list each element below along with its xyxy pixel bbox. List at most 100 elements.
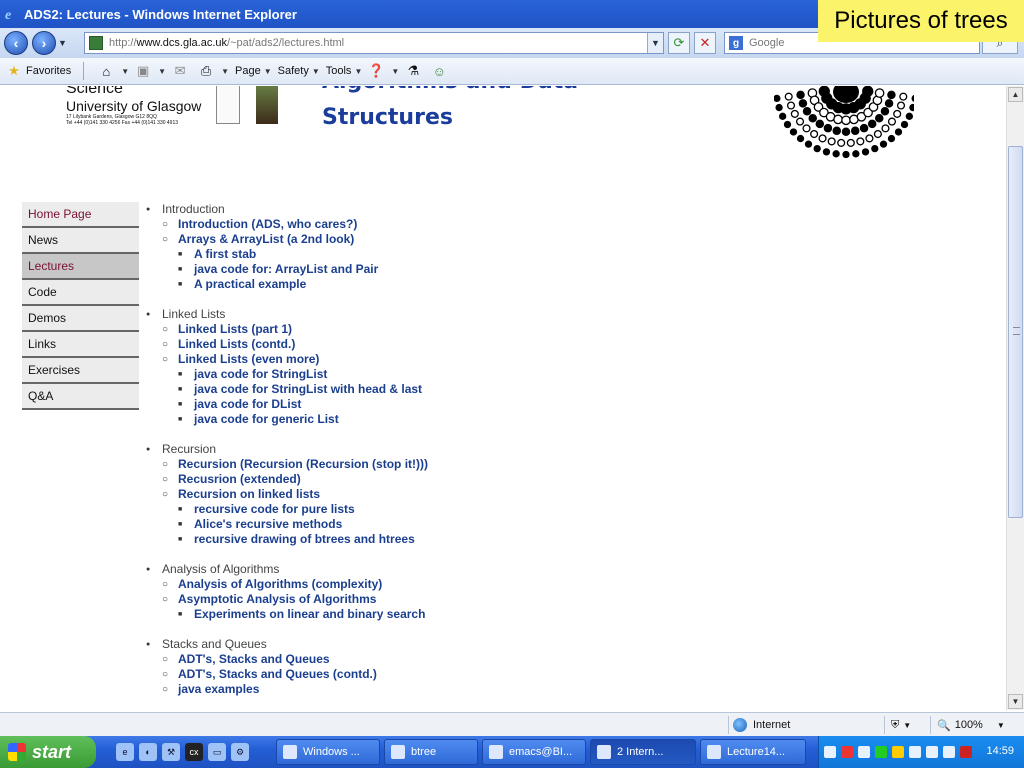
display-tray-icon[interactable] bbox=[943, 746, 955, 758]
search-tray-icon[interactable] bbox=[909, 746, 921, 758]
help-icon: ❓ bbox=[368, 63, 385, 78]
clock: 14:59 bbox=[986, 745, 1014, 757]
start-button[interactable]: start bbox=[0, 736, 96, 768]
zoom-button[interactable]: 🔍 100% ▼ bbox=[930, 716, 1024, 734]
zoom-level: 100% bbox=[954, 719, 983, 731]
sidebar-item-q-a[interactable]: Q&A bbox=[22, 384, 139, 410]
app-quicklaunch-icon[interactable]: ◐ bbox=[139, 743, 157, 761]
lecture-link[interactable]: Arrays & ArrayList (a 2nd look) bbox=[146, 232, 986, 247]
feeds-button[interactable]: ▣ ▼ bbox=[135, 63, 166, 79]
stop-button[interactable]: ✕ bbox=[694, 32, 716, 54]
resource-link[interactable]: java code for StringList with head & las… bbox=[146, 382, 986, 397]
taskbar-button[interactable]: 2 Intern... bbox=[590, 739, 696, 765]
lecture-link[interactable]: java examples bbox=[146, 682, 986, 697]
overlay-note: Pictures of trees bbox=[818, 0, 1024, 42]
title-line-2: Structures bbox=[322, 105, 453, 130]
window-icon bbox=[391, 745, 405, 759]
home-button[interactable]: ⌂ ▼ bbox=[98, 63, 129, 79]
resource-link[interactable]: java code for DList bbox=[146, 397, 986, 412]
acrobat-tray-icon[interactable] bbox=[841, 746, 853, 758]
mail-button[interactable]: ✉ bbox=[172, 63, 192, 79]
ati-tray-icon[interactable] bbox=[960, 746, 972, 758]
resource-link[interactable]: java code for: ArrayList and Pair bbox=[146, 262, 986, 277]
tool-quicklaunch-icon[interactable]: ⚒ bbox=[162, 743, 180, 761]
logo-address-line2: Tel +44 (0)141 330 4256 Fax +44 (0)141 3… bbox=[66, 120, 179, 126]
vertical-scrollbar[interactable]: ▲ ▼ bbox=[1006, 86, 1024, 710]
system-tray: 14:59 bbox=[818, 736, 1024, 768]
tools-menu[interactable]: Tools ▼ bbox=[326, 65, 363, 77]
research-button[interactable]: ⚗ bbox=[405, 63, 425, 79]
volume-tray-icon[interactable] bbox=[926, 746, 938, 758]
settings-quicklaunch-icon[interactable]: ⚙ bbox=[231, 743, 249, 761]
resource-link[interactable]: recursive code for pure lists bbox=[146, 502, 986, 517]
university-logo: Science University of Glasgow 17 Lilyban… bbox=[66, 86, 281, 128]
lecture-link[interactable]: Recursion on linked lists bbox=[146, 487, 986, 502]
terminal-quicklaunch-icon[interactable]: cx bbox=[185, 743, 203, 761]
lecture-link[interactable]: Recursion (Recursion (Recursion (stop it… bbox=[146, 457, 986, 472]
refresh-button[interactable]: ⟳ bbox=[668, 32, 690, 54]
network-tray-icon[interactable] bbox=[875, 746, 887, 758]
forward-button[interactable]: › bbox=[32, 31, 56, 55]
lecture-section: Analysis of AlgorithmsAnalysis of Algori… bbox=[146, 562, 986, 622]
resource-link[interactable]: A practical example bbox=[146, 277, 986, 292]
section-heading: Analysis of Algorithms bbox=[146, 562, 986, 577]
taskbar-button[interactable]: btree bbox=[384, 739, 478, 765]
resource-link[interactable]: recursive drawing of btrees and htrees bbox=[146, 532, 986, 547]
page-menu[interactable]: Page ▼ bbox=[235, 65, 272, 77]
taskbar-button[interactable]: Lecture14... bbox=[700, 739, 806, 765]
favorites-button[interactable]: ★ Favorites bbox=[6, 63, 71, 79]
back-button[interactable]: ‹ bbox=[4, 31, 28, 55]
taskbar-button-label: btree bbox=[411, 746, 437, 758]
zone-label: Internet bbox=[753, 719, 791, 731]
lecture-link[interactable]: Introduction (ADS, who cares?) bbox=[146, 217, 986, 232]
lecture-link[interactable]: Linked Lists (even more) bbox=[146, 352, 986, 367]
lecture-link[interactable]: ADT's, Stacks and Queues bbox=[146, 652, 986, 667]
scroll-thumb[interactable] bbox=[1008, 146, 1023, 518]
dots-logo-icon bbox=[774, 86, 914, 159]
resource-link[interactable]: A first stab bbox=[146, 247, 986, 262]
help-button[interactable]: ❓ ▼ bbox=[368, 63, 399, 79]
page-content: Science University of Glasgow 17 Lilyban… bbox=[0, 86, 1006, 710]
sidebar-item-code[interactable]: Code bbox=[22, 280, 139, 306]
lecture-link[interactable]: Linked Lists (contd.) bbox=[146, 337, 986, 352]
sidebar-item-exercises[interactable]: Exercises bbox=[22, 358, 139, 384]
sidebar-item-home-page[interactable]: Home Page bbox=[22, 202, 139, 228]
ie-quicklaunch-icon[interactable]: e bbox=[116, 743, 134, 761]
lecture-link[interactable]: Linked Lists (part 1) bbox=[146, 322, 986, 337]
title-line-1: Algorithms and Data bbox=[322, 86, 578, 100]
sidebar-item-links[interactable]: Links bbox=[22, 332, 139, 358]
sidebar-item-demos[interactable]: Demos bbox=[22, 306, 139, 332]
lecture-link[interactable]: Asymptotic Analysis of Algorithms bbox=[146, 592, 986, 607]
start-label: start bbox=[32, 741, 72, 762]
scroll-down-icon[interactable]: ▼ bbox=[1008, 694, 1023, 709]
messenger-button[interactable]: ☺ bbox=[431, 63, 451, 79]
tray-expand-icon[interactable] bbox=[824, 746, 836, 758]
history-dropdown-icon[interactable]: ▼ bbox=[58, 38, 70, 48]
security-zone[interactable]: Internet bbox=[728, 716, 790, 734]
resource-link[interactable]: Alice's recursive methods bbox=[146, 517, 986, 532]
url-field[interactable]: http://www.dcs.gla.ac.uk/~pat/ads2/lectu… bbox=[84, 32, 664, 54]
java-tray-icon[interactable] bbox=[858, 746, 870, 758]
alert-tray-icon[interactable] bbox=[892, 746, 904, 758]
lecture-link[interactable]: ADT's, Stacks and Queues (contd.) bbox=[146, 667, 986, 682]
resource-link[interactable]: java code for generic List bbox=[146, 412, 986, 427]
resource-link[interactable]: java code for StringList bbox=[146, 367, 986, 382]
star-icon: ★ bbox=[8, 63, 20, 78]
taskbar-button[interactable]: emacs@BI... bbox=[482, 739, 586, 765]
lecture-link[interactable]: Recusrion (extended) bbox=[146, 472, 986, 487]
protected-mode-button[interactable]: ⛨ ▼ bbox=[884, 716, 924, 734]
lecture-link[interactable]: Analysis of Algorithms (complexity) bbox=[146, 577, 986, 592]
folder-quicklaunch-icon[interactable]: ▭ bbox=[208, 743, 226, 761]
sidebar-item-news[interactable]: News bbox=[22, 228, 139, 254]
url-dropdown-icon[interactable]: ▼ bbox=[647, 33, 663, 53]
window-title: ADS2: Lectures - Windows Internet Explor… bbox=[24, 6, 297, 22]
sidebar-item-lectures[interactable]: Lectures bbox=[22, 254, 139, 280]
lecture-section: Stacks and QueuesADT's, Stacks and Queue… bbox=[146, 637, 986, 697]
windows-flag-icon bbox=[8, 743, 26, 761]
taskbar-button[interactable]: Windows ... bbox=[276, 739, 380, 765]
url-domain: www.dcs.gla.ac.uk bbox=[136, 37, 228, 49]
print-button[interactable]: ⎙ ▼ bbox=[198, 63, 229, 79]
scroll-up-icon[interactable]: ▲ bbox=[1008, 87, 1023, 102]
resource-link[interactable]: Experiments on linear and binary search bbox=[146, 607, 986, 622]
safety-menu[interactable]: Safety ▼ bbox=[278, 65, 320, 77]
